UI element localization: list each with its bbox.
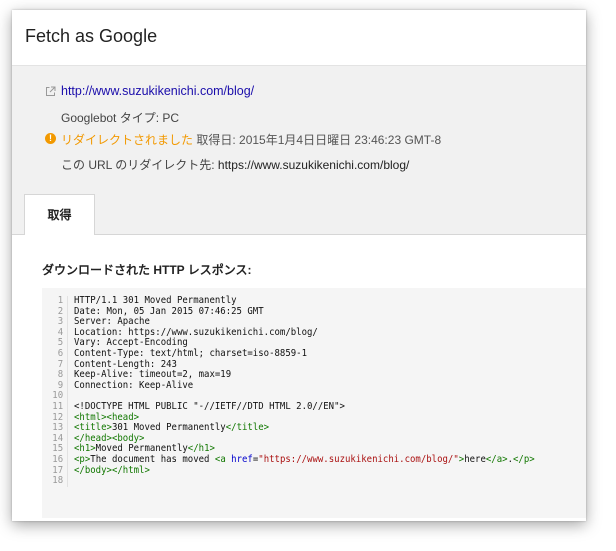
redirect-label: この URL のリダイレクト先: (61, 158, 215, 172)
tab-strip: 取得 (12, 194, 586, 235)
line-numbers: 1 2 3 4 5 6 7 8 9 10 11 12 13 14 15 16 17 18 (42, 295, 69, 487)
external-link-icon[interactable] (45, 86, 56, 97)
tab-fetch[interactable]: 取得 (24, 194, 95, 235)
title-bar: Fetch as Google (12, 10, 586, 66)
tab-active-indicator (25, 234, 94, 236)
redirect-url: https://www.suzukikenichi.com/blog/ (217, 158, 410, 172)
response-heading: ダウンロードされた HTTP レスポンス: (42, 263, 252, 277)
status-row: リダイレクトされました 取得日: 2015年1月4日日曜日 23:46:23 G… (61, 131, 441, 148)
warning-icon: ! (45, 133, 56, 144)
code-line: </body></html> (74, 464, 151, 476)
line-number: 18 (52, 475, 64, 487)
response-code: HTTP/1.1 301 Moved Permanently Date: Mon,… (68, 295, 586, 487)
code-line: Connection: Keep-Alive (74, 379, 194, 391)
fetch-date: 取得日: 2015年1月4日日曜日 23:46:23 GMT-8 (196, 133, 442, 147)
page-title: Fetch as Google (25, 26, 158, 46)
url-row: http://www.suzukikenichi.com/blog/ (61, 84, 254, 98)
http-response-code-block: 1 2 3 4 5 6 7 8 9 10 11 12 13 14 15 16 17 18 HTTP/1.1 301… (42, 288, 586, 518)
fetch-as-google-panel: Fetch as Google http://www.suzukikenichi… (12, 10, 586, 521)
fetched-url-link[interactable]: http://www.suzukikenichi.com/blog/ (61, 84, 254, 98)
code-line: <!DOCTYPE HTML PUBLIC "-//IETF//DTD HTML… (74, 400, 346, 412)
redirect-row: この URL のリダイレクト先: https://www.suzukikenic… (61, 156, 409, 173)
googlebot-type: Googlebot タイプ: PC (61, 111, 180, 125)
status-text: リダイレクトされました (61, 133, 194, 147)
